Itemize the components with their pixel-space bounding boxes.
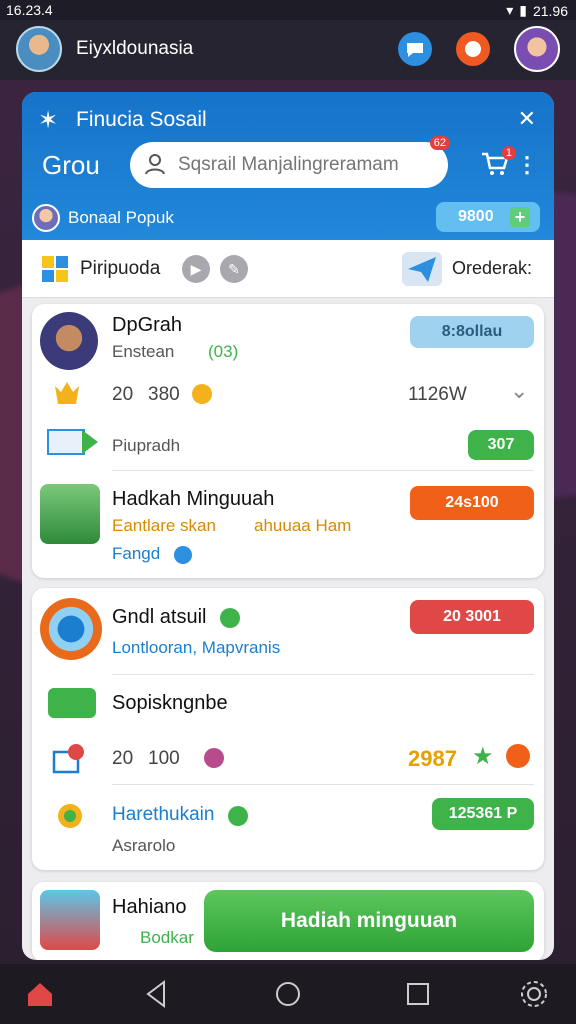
divider: [112, 784, 534, 785]
home-circle-icon[interactable]: [272, 978, 304, 1010]
game-avatar[interactable]: [40, 484, 100, 544]
points-value: 9800: [458, 208, 494, 225]
grid-icon[interactable]: [40, 254, 70, 284]
edit-icon[interactable]: ✎: [220, 255, 248, 283]
rose-icon: [58, 804, 82, 828]
status-bar: 16.23.4 ▾ ▮ 21.96: [0, 0, 576, 20]
panel-title: Finucia Sosail: [76, 108, 207, 131]
divider: [112, 674, 534, 675]
close-icon[interactable]: ✕: [518, 106, 536, 132]
friend-card-2: Gndl atsuil Lontlooran, Mapvranis 20 300…: [32, 588, 544, 870]
stat-c: 2987: [408, 746, 457, 771]
status-pill[interactable]: 8:8ollau: [410, 316, 534, 348]
profile-name: Bonaal Popuk: [68, 208, 174, 227]
weekly-reward-button[interactable]: Hadiah minguuan: [204, 890, 534, 952]
settings-icon[interactable]: [518, 978, 550, 1010]
top-app-bar: Eiyxldounasia: [0, 20, 576, 80]
verified-icon: [228, 806, 248, 826]
friend-avatar[interactable]: [40, 890, 100, 950]
divider: [112, 470, 534, 471]
row-label: Piupradh: [112, 436, 181, 455]
fire-icon: [506, 744, 530, 768]
recents-icon[interactable]: [402, 978, 434, 1010]
points-badge[interactable]: 9800 +: [436, 202, 540, 232]
search-badge: 62: [429, 136, 450, 150]
notification-icon[interactable]: [456, 32, 490, 66]
friend-code: (03): [208, 342, 239, 361]
star-icon: ★: [472, 743, 494, 770]
app-title: Eiyxldounasia: [76, 38, 194, 59]
home-icon[interactable]: [24, 978, 56, 1010]
friend-subtitle: Eantlare skan: [112, 516, 216, 535]
check-icon: [192, 384, 212, 404]
status-right: ▾ ▮ 21.96: [506, 2, 568, 19]
friend-name: DpGrah: [112, 314, 183, 336]
cart-badge: 1: [501, 146, 516, 160]
add-points-button[interactable]: +: [510, 207, 530, 227]
chat-bubble-icon: [52, 744, 84, 774]
profile-avatar[interactable]: [514, 26, 560, 72]
toolbar-label[interactable]: Piripuoda: [80, 258, 160, 280]
back-icon[interactable]: [140, 978, 172, 1010]
friend-tag: Fangd: [112, 544, 161, 563]
panel-header: ✶ Finucia Sosail ✕ Grou 62 1 ⋮ Bonaal Po…: [22, 92, 554, 240]
row2-pill[interactable]: 125361 P: [432, 798, 534, 830]
row-pill[interactable]: 307: [468, 430, 534, 460]
sparkle-icon: ✶: [38, 107, 59, 134]
navigation-bar: [0, 964, 576, 1024]
group-avatar[interactable]: [40, 598, 102, 660]
friend-subtitle-2: ahuuaa Ham: [254, 516, 352, 535]
verified-icon: [220, 608, 240, 628]
row-label: Sopiskngnbe: [112, 692, 228, 714]
group-subtitle: Lontlooran, Mapvranis: [112, 638, 281, 657]
friend-card-1: DpGrah Enstean (03) 8:8ollau 20 380 1126…: [32, 304, 544, 578]
stat-a: 20: [112, 384, 134, 405]
row2-name: Harethukain: [112, 804, 215, 825]
orders-link[interactable]: Orederak:: [452, 258, 532, 279]
card-icon: [47, 429, 98, 455]
profile-small-avatar: [32, 204, 60, 232]
stat-b: 380: [148, 384, 180, 405]
status-time: 16.23.4: [6, 2, 53, 18]
stat-a: 20: [112, 748, 134, 769]
status-right-text: 21.96: [532, 2, 568, 19]
link-icon: [48, 688, 96, 718]
toolbar: Piripuoda ▶ ✎ Orederak:: [22, 240, 554, 298]
signal-icon: ▮: [519, 2, 527, 18]
chat-icon[interactable]: [398, 32, 432, 66]
more-options-icon[interactable]: ⋮: [516, 152, 538, 178]
search-input[interactable]: [178, 152, 428, 178]
user-icon: [145, 154, 165, 175]
friend-name: Hadkah Minguuah: [112, 488, 275, 510]
verified-icon: [174, 546, 192, 564]
play-icon[interactable]: ▶: [182, 255, 210, 283]
cart-icon[interactable]: 1: [480, 146, 516, 178]
status-pill[interactable]: 20 3001: [410, 600, 534, 634]
send-icon[interactable]: [402, 252, 442, 286]
user-avatar[interactable]: [16, 26, 62, 72]
crown-icon: [55, 382, 79, 404]
friend-name: Hahiano: [112, 896, 187, 918]
group-label: Grou: [42, 150, 100, 180]
friend-avatar[interactable]: [40, 312, 98, 370]
row2-subtitle: Asrarolo: [112, 836, 176, 855]
social-panel: ✶ Finucia Sosail ✕ Grou 62 1 ⋮ Bonaal Po…: [22, 92, 554, 960]
status-pill[interactable]: 24s100: [410, 486, 534, 520]
wifi-icon: ▾: [506, 2, 514, 18]
chevron-down-icon[interactable]: ⌄: [510, 378, 528, 404]
group-name: Gndl atsuil: [112, 606, 207, 628]
search-box[interactable]: 62: [130, 136, 450, 188]
friend-subtitle: Bodkar: [140, 928, 194, 947]
friend-subtitle: Enstean: [112, 342, 175, 361]
stat-b: 100: [148, 748, 180, 769]
stat-c: 1126W: [408, 384, 467, 405]
badge-icon: [204, 748, 224, 768]
